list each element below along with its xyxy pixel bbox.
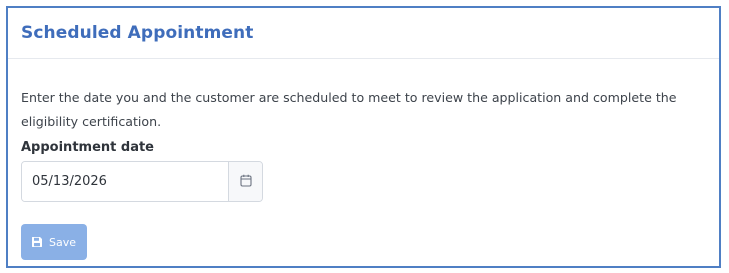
instructions-text: Enter the date you and the customer are … (21, 90, 677, 129)
card-title: Scheduled Appointment (21, 23, 254, 43)
appointment-date-group (21, 161, 263, 202)
calendar-button[interactable] (228, 162, 262, 201)
scheduled-appointment-card: Scheduled Appointment Enter the date you… (6, 6, 721, 268)
calendar-icon (239, 172, 252, 191)
save-button[interactable]: Save (21, 224, 88, 260)
card-header: Scheduled Appointment (8, 8, 719, 59)
floppy-disk-icon (31, 236, 43, 248)
card-body: Enter the date you and the customer are … (8, 59, 719, 260)
appointment-date-input[interactable] (22, 162, 228, 201)
appointment-date-label: Appointment date (21, 140, 154, 155)
save-button-label: Save (49, 235, 77, 249)
